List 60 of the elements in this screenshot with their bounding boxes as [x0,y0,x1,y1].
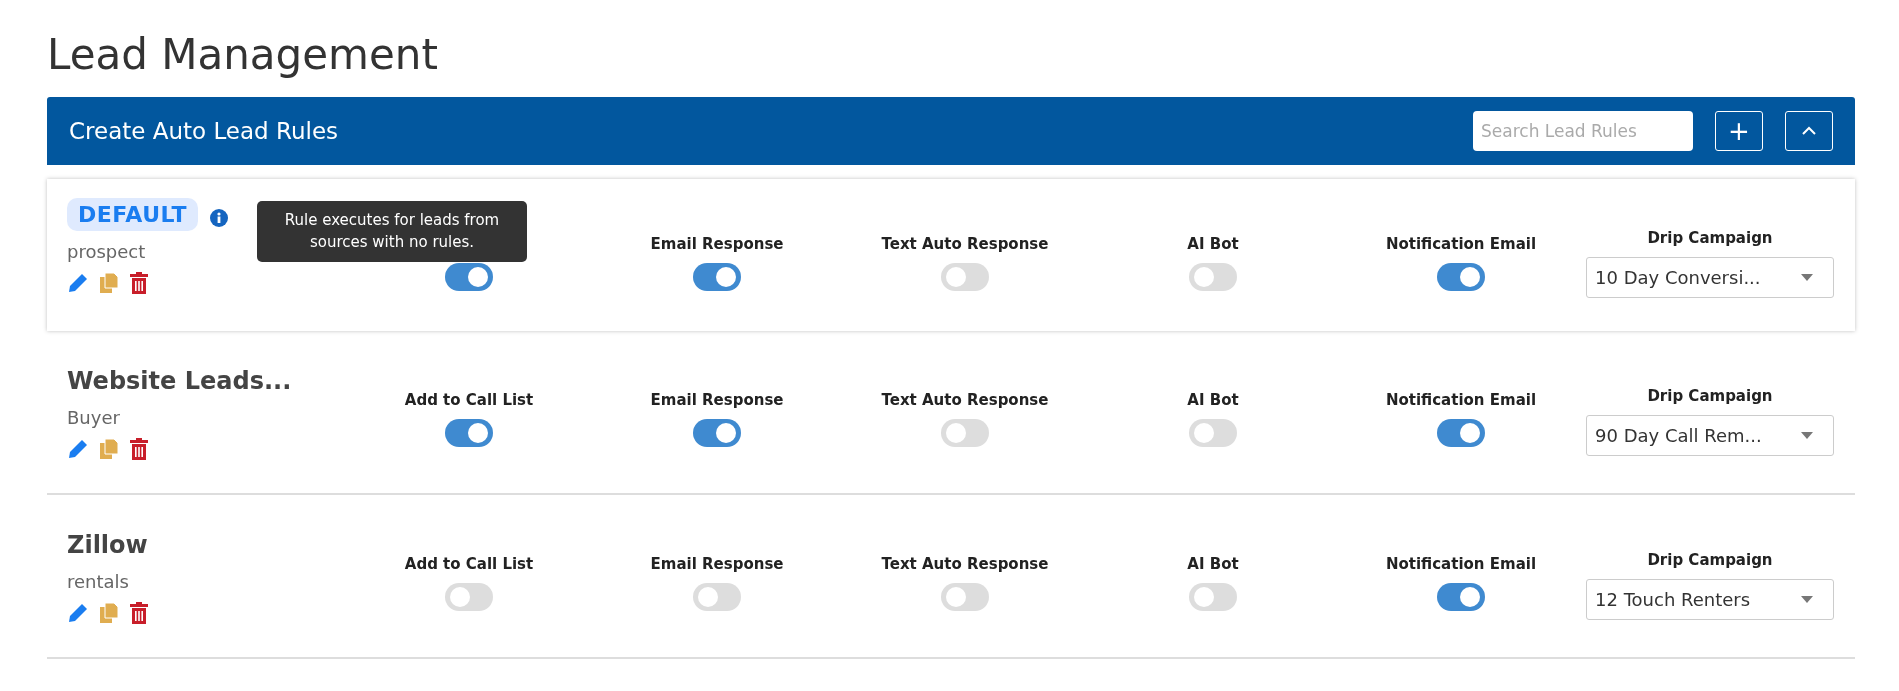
toggle-switch[interactable] [1437,262,1485,291]
collapse-button[interactable] [1785,110,1833,151]
rule-name: Website Leads... [67,366,292,395]
toggle-switch[interactable] [693,418,741,447]
toggle-label: Email Response [650,390,784,409]
add-button[interactable]: + [1715,110,1763,151]
pencil-icon[interactable] [67,437,89,460]
toggle-label: Notification Email [1385,390,1537,409]
toggle-label: Email Response [650,554,784,573]
toggle-label: Text Auto Response [881,234,1049,253]
toggle-label: Notification Email [1385,234,1537,253]
toggle-switch[interactable] [941,582,989,611]
toggle-label: Email Response [650,234,784,253]
panel-title: Create Auto Lead Rules [69,117,339,144]
caret-icon [1801,595,1813,603]
chevron-up-icon [1801,125,1817,136]
toggle-switch[interactable] [445,582,493,611]
toggle-label: Add to Call List [404,390,534,409]
search-field[interactable]: Search Lead Rules [1473,110,1693,151]
drip-label: Drip Campaign [1647,550,1773,569]
toggle-label: Notification Email [1385,554,1537,573]
trash-icon[interactable] [129,271,149,294]
drip-select[interactable]: 90 Day Call Rem... [1586,414,1834,456]
page-title: Lead Management [47,29,439,81]
pencil-icon[interactable] [67,271,89,294]
drip-select[interactable]: 12 Touch Renters [1586,578,1834,620]
toggle-switch[interactable] [693,582,741,611]
toggle-switch[interactable] [445,262,493,291]
toggle-label: AI Bot [1187,234,1239,253]
info-icon[interactable] [209,208,228,227]
toggle-switch[interactable] [941,418,989,447]
toggle-switch[interactable] [1189,418,1237,447]
toggle-switch[interactable] [1189,262,1237,291]
trash-icon[interactable] [129,601,149,624]
drip-label: Drip Campaign [1647,386,1773,405]
toggle-switch[interactable] [693,262,741,291]
toggle-switch[interactable] [941,262,989,291]
drip-select[interactable]: 10 Day Conversi... [1586,256,1834,298]
toggle-switch[interactable] [1189,582,1237,611]
toggle-label: AI Bot [1187,390,1239,409]
caret-icon [1801,431,1813,439]
copy-icon[interactable] [99,601,119,624]
toggle-label: Text Auto Response [881,390,1049,409]
toggle-label: Text Auto Response [881,554,1049,573]
drip-label: Drip Campaign [1647,228,1773,247]
toggle-switch[interactable] [1437,582,1485,611]
rule-name: Zillow [67,530,148,559]
tooltip: Rule executes for leads from sources with no rules. [257,200,527,262]
toggle-switch[interactable] [1437,418,1485,447]
default-badge: DEFAULT [67,198,198,232]
toggle-switch[interactable] [445,418,493,447]
rule-subtitle: Buyer [67,406,121,428]
pencil-icon[interactable] [67,601,89,624]
toggle-label: Add to Call List [404,554,534,573]
trash-icon[interactable] [129,437,149,460]
toggle-label: AI Bot [1187,554,1239,573]
copy-icon[interactable] [99,271,119,294]
caret-icon [1801,273,1813,281]
rule-subtitle: rentals [67,570,130,592]
copy-icon[interactable] [99,437,119,460]
